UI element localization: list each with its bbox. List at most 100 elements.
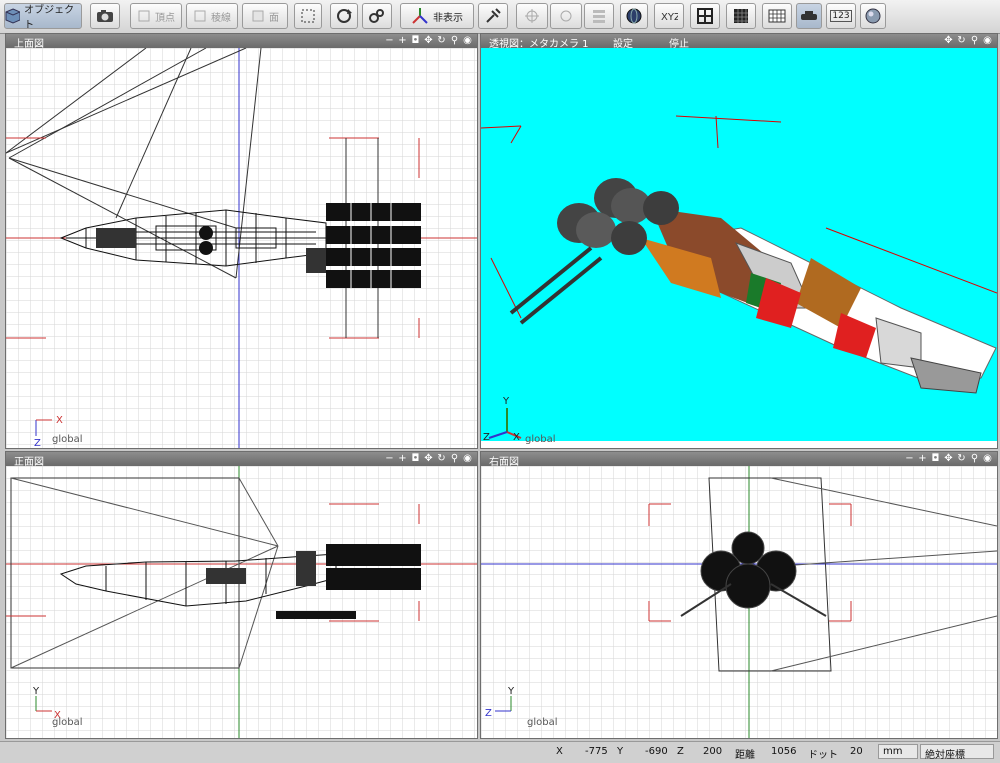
camera-small-icon[interactable]: ◘ [930,452,941,465]
car-icon [801,11,817,20]
camera-icon [97,10,113,22]
x-coord-label: X [556,746,563,757]
right-viewport[interactable]: 右面図 − + ◘ ✥ ↻ ⚲ ◉ Y Z global [480,451,998,739]
right-view-canvas: Y Z [481,466,997,738]
zoom-out-icon[interactable]: − [384,34,395,47]
crosshair-icon [525,9,539,23]
table-icon [768,9,786,23]
main-toolbar: オブジェクト 頂点 稜線 面 非表示 XYZ 123 [0,0,1000,34]
status-bar: X -775 Y -690 Z 200 距離 1056 ドット 20 mm 絶対… [0,741,1000,763]
snap2-button[interactable] [550,3,582,29]
world-button[interactable] [620,3,648,29]
zoom-in-icon[interactable]: + [397,34,408,47]
axis-y-label: Y [32,686,40,697]
viewport-title-bar: 透視図：メタカメラ 1 設定 停止 ✥ ↻ ⚲ ◉ [481,34,997,50]
top-viewport[interactable]: 上面図 − + ◘ ✥ ↻ ⚲ ◉ X Z global [5,33,478,449]
fit-icon[interactable]: ◉ [982,452,993,465]
zoom-in-icon[interactable]: + [397,452,408,465]
transform-button[interactable] [362,3,392,29]
magnify-icon[interactable]: ⚲ [969,34,980,47]
face-mode-button[interactable]: 面 [242,3,288,29]
axis-icon [412,8,428,24]
viewport-title-bar: 正面図 − + ◘ ✥ ↻ ⚲ ◉ [6,452,477,468]
magnify-icon[interactable]: ⚲ [449,452,460,465]
zoom-out-icon[interactable]: − [904,452,915,465]
pan-icon[interactable]: ✥ [943,452,954,465]
edge-mode-button[interactable]: 稜線 [186,3,238,29]
magnify-icon[interactable]: ⚲ [969,452,980,465]
rotate-small-icon[interactable]: ↻ [956,34,967,47]
sphere-icon [865,8,881,24]
viewport-title-bar: 上面図 − + ◘ ✥ ↻ ⚲ ◉ [6,34,477,50]
dot-value: 20 [850,746,863,757]
list-icon [593,10,605,23]
rotate-button[interactable] [330,3,358,29]
z-coord-value: 200 [703,746,723,757]
edge-cube-icon [194,10,206,22]
axis-z-label: Z [485,708,492,719]
fit-icon[interactable]: ◉ [982,34,993,47]
xyz-icon: XYZ [661,12,678,23]
layout-4-button[interactable] [690,3,720,29]
tools-button[interactable] [478,3,508,29]
top-view-canvas: X Z [6,48,477,448]
object-mode-button[interactable]: オブジェクト [4,3,82,31]
gears-icon [369,9,384,23]
dotted-rect-icon [301,9,315,23]
fit-icon[interactable]: ◉ [462,452,473,465]
rotate-small-icon[interactable]: ↻ [956,452,967,465]
coord-mode-field[interactable]: 絶対座標 [920,744,994,761]
y-coord-label: Y [617,746,624,757]
pan-icon[interactable]: ✥ [943,34,954,47]
global-label: global [527,717,558,728]
hide-button[interactable]: 非表示 [400,3,474,29]
front-viewport[interactable]: 正面図 − + ◘ ✥ ↻ ⚲ ◉ Y X global [5,451,478,739]
front-view-canvas: Y X [6,466,477,738]
list-button[interactable] [584,3,614,29]
table-button[interactable] [762,3,792,29]
pan-icon[interactable]: ✥ [423,452,434,465]
perspective-viewport[interactable]: 透視図：メタカメラ 1 設定 停止 ✥ ↻ ⚲ ◉ Y X Z global [480,33,998,449]
rotate-small-icon[interactable]: ↻ [436,34,447,47]
unit-field[interactable]: mm [878,744,918,759]
target-icon [560,10,572,22]
global-label: global [525,434,556,445]
axis-y-label: Y [507,686,515,697]
face-cube-icon [252,10,264,22]
select-rect-button[interactable] [294,3,322,29]
coord-mode-text: 絶対座標 [925,750,965,761]
zoom-in-icon[interactable]: + [917,452,928,465]
camera-small-icon[interactable]: ◘ [410,452,421,465]
cube-icon [5,8,21,24]
numeric-button[interactable]: 123 [826,3,856,29]
perspective-canvas: Y X Z [481,48,997,443]
wrench-icon [486,8,501,23]
magnify-icon[interactable]: ⚲ [449,34,460,47]
axis-x-label: X [56,415,63,426]
camera-small-icon[interactable]: ◘ [410,34,421,47]
material-button[interactable] [860,3,886,29]
pan-icon[interactable]: ✥ [423,34,434,47]
camera-button[interactable] [90,3,120,29]
xyz-button[interactable]: XYZ [654,3,684,29]
rotate-small-icon[interactable]: ↻ [436,452,447,465]
zoom-out-icon[interactable]: − [384,452,395,465]
svg-text:XYZ: XYZ [661,12,678,23]
dot-label: ドット [808,750,838,761]
globe-icon [626,8,642,24]
global-label: global [52,434,83,445]
four-pane-icon [697,8,713,24]
snap-button[interactable] [516,3,548,29]
distance-value: 1056 [771,746,797,757]
vertex-cube-icon [138,10,150,22]
render-button[interactable] [796,3,822,29]
rotate-icon [337,9,352,23]
unit-text: mm [883,746,903,757]
axis-y-label: Y [502,396,510,407]
fit-icon[interactable]: ◉ [462,34,473,47]
grid-button[interactable] [726,3,756,29]
axis-z-label: Z [34,438,41,448]
z-coord-label: Z [677,746,684,757]
vertex-mode-button[interactable]: 頂点 [130,3,182,29]
distance-label: 距離 [735,750,755,761]
